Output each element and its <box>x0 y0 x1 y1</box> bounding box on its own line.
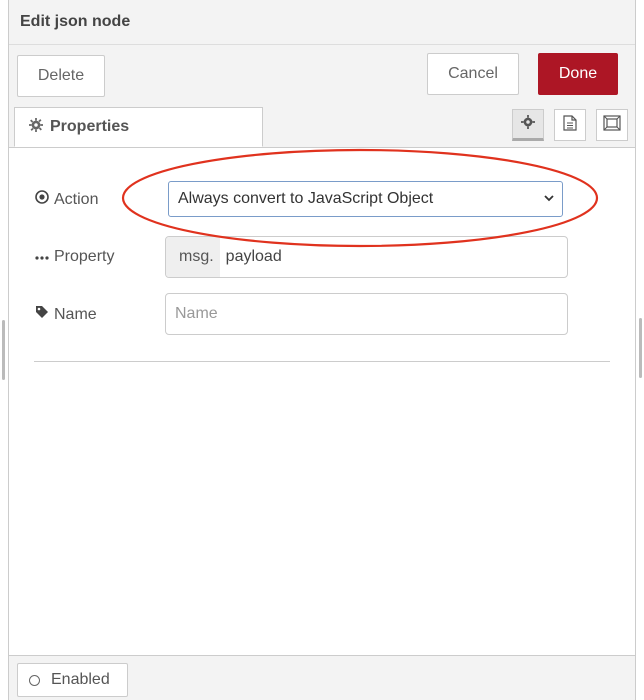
action-select[interactable]: Always convert to JavaScript Object <box>168 181 563 217</box>
cancel-button[interactable]: Cancel <box>427 53 519 95</box>
name-label-text: Name <box>54 305 97 323</box>
property-type-prefix[interactable]: msg. <box>166 237 220 277</box>
form-row-name: Name Name <box>9 293 635 335</box>
form-divider <box>34 361 610 362</box>
chevron-down-icon <box>542 191 556 210</box>
form-row-property: Property msg. payload <box>9 236 635 278</box>
frame-icon <box>603 114 621 136</box>
right-resize-handle[interactable] <box>639 318 642 378</box>
enabled-label: Enabled <box>51 671 110 688</box>
action-label: Action <box>35 190 98 209</box>
name-label: Name <box>35 305 97 324</box>
property-label-text: Property <box>54 248 115 265</box>
tray-header: Edit json node <box>9 0 635 45</box>
enabled-toggle-button[interactable]: Enabled <box>17 663 128 697</box>
tag-icon <box>35 305 49 324</box>
dot-circle-icon <box>35 190 49 209</box>
tray-title: Edit json node <box>20 13 131 30</box>
property-value[interactable]: payload <box>220 248 282 266</box>
circle-icon <box>29 674 40 686</box>
tab-properties-label: Properties <box>50 118 130 135</box>
document-icon <box>563 114 577 136</box>
left-resize-handle[interactable] <box>2 320 5 380</box>
form-row-action: Action Always convert to JavaScript Obje… <box>9 178 635 220</box>
property-typed-input[interactable]: msg. payload <box>165 236 568 278</box>
node-properties-tab-button[interactable] <box>512 109 544 141</box>
gear-icon <box>521 114 535 134</box>
name-input[interactable]: Name <box>165 293 568 335</box>
tray-toolbar: Delete Cancel Done <box>9 45 635 103</box>
property-label: Property <box>35 248 114 266</box>
edit-node-tray: Edit json node Delete Cancel Done Proper… <box>8 0 636 700</box>
tab-bar: Properties <box>9 103 635 148</box>
tab-properties[interactable]: Properties <box>14 107 263 147</box>
tray-footer: Enabled <box>9 655 635 700</box>
delete-button[interactable]: Delete <box>17 55 105 97</box>
description-tab-button[interactable] <box>554 109 586 141</box>
action-select-value: Always convert to JavaScript Object <box>178 190 434 207</box>
appearance-tab-button[interactable] <box>596 109 628 141</box>
action-label-text: Action <box>54 190 99 208</box>
done-button[interactable]: Done <box>538 53 618 95</box>
ellipsis-icon <box>35 248 49 266</box>
gear-icon <box>29 118 43 136</box>
